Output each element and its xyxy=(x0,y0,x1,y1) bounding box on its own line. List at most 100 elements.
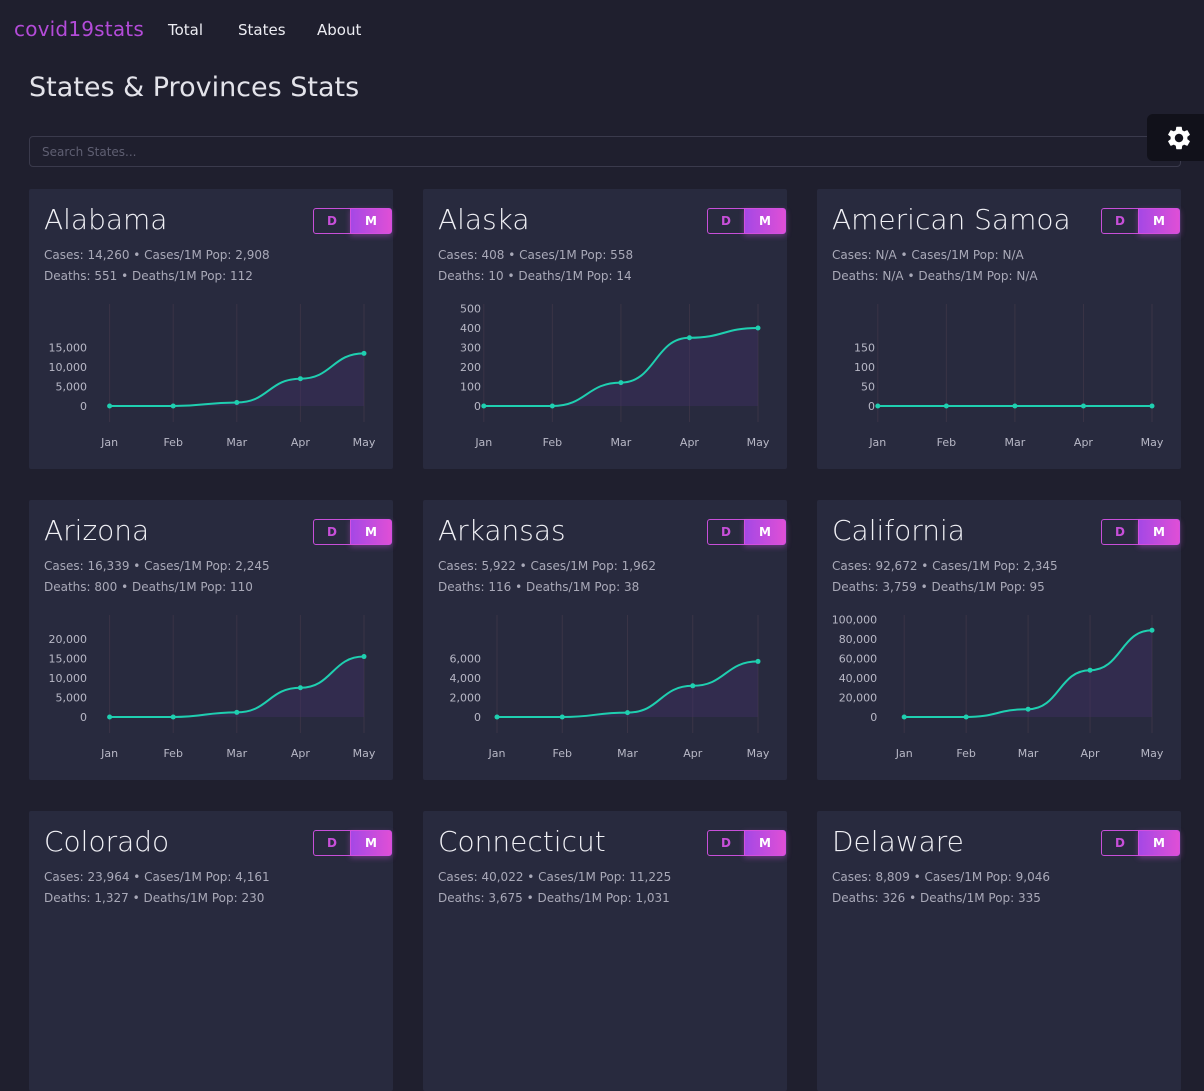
daily-toggle-button[interactable]: D xyxy=(707,208,745,234)
data-point[interactable] xyxy=(234,399,240,405)
monthly-toggle-button[interactable]: M xyxy=(350,519,392,545)
data-point[interactable] xyxy=(755,658,761,664)
monthly-toggle-button[interactable]: M xyxy=(1138,830,1180,856)
nav-link-states[interactable]: States xyxy=(238,21,286,39)
data-point[interactable] xyxy=(107,714,113,720)
data-point[interactable] xyxy=(549,403,555,409)
data-point[interactable] xyxy=(297,685,303,691)
data-point[interactable] xyxy=(875,403,881,409)
cases-stats: Cases: 5,922 • Cases/1M Pop: 1,962 xyxy=(438,559,656,573)
x-tick-label: Apr xyxy=(1074,436,1094,449)
y-tick-label: 5,000 xyxy=(56,381,88,394)
data-point[interactable] xyxy=(559,714,565,720)
data-point[interactable] xyxy=(618,380,624,386)
deaths-stats: Deaths: 326 • Deaths/1M Pop: 335 xyxy=(832,891,1041,905)
data-point[interactable] xyxy=(625,710,630,716)
data-point[interactable] xyxy=(297,376,303,382)
x-tick-label: Apr xyxy=(1081,747,1101,760)
data-point[interactable] xyxy=(1149,403,1155,409)
data-point[interactable] xyxy=(481,403,487,409)
x-tick-label: May xyxy=(1141,747,1164,760)
data-point[interactable] xyxy=(755,325,761,331)
x-tick-label: Jan xyxy=(100,747,118,760)
x-tick-label: Apr xyxy=(291,747,311,760)
deaths-stats: Deaths: 551 • Deaths/1M Pop: 112 xyxy=(44,269,253,283)
period-toggle: DM xyxy=(313,519,392,545)
data-point[interactable] xyxy=(1012,403,1018,409)
top-nav: covid19stats Total States About xyxy=(0,0,1204,60)
period-toggle: DM xyxy=(707,519,786,545)
data-point[interactable] xyxy=(1149,627,1155,633)
y-tick-label: 100 xyxy=(854,361,875,374)
daily-toggle-button[interactable]: D xyxy=(313,208,351,234)
monthly-toggle-button[interactable]: M xyxy=(1138,208,1180,234)
cases-line-chart: 0 100 200 300 400 500 Jan Feb Mar Apr May xyxy=(460,303,770,450)
data-point[interactable] xyxy=(494,714,500,720)
y-tick-label: 400 xyxy=(460,322,481,335)
data-point[interactable] xyxy=(107,403,113,409)
x-tick-label: May xyxy=(353,747,376,760)
y-tick-label: 300 xyxy=(460,342,481,355)
data-point[interactable] xyxy=(170,714,176,720)
nav-link-about[interactable]: About xyxy=(317,21,361,39)
y-tick-label: 0 xyxy=(474,400,481,413)
data-point[interactable] xyxy=(943,403,949,409)
data-point[interactable] xyxy=(1080,403,1086,409)
y-tick-label: 10,000 xyxy=(49,672,88,685)
state-card-colorado: Colorado D M Cases: 23,964 • Cases/1M Pop: … xyxy=(29,811,393,1091)
search-input[interactable] xyxy=(29,136,1181,167)
monthly-toggle-button[interactable]: M xyxy=(350,830,392,856)
y-tick-label: 0 xyxy=(868,400,875,413)
y-tick-label: 150 xyxy=(854,342,875,355)
state-name: Arkansas xyxy=(438,514,566,547)
daily-toggle-button[interactable]: D xyxy=(313,830,351,856)
data-point[interactable] xyxy=(361,654,367,660)
period-toggle: DM xyxy=(1101,830,1180,856)
y-tick-label: 0 xyxy=(474,711,481,724)
state-name: Arizona xyxy=(44,514,150,547)
monthly-toggle-button[interactable]: M xyxy=(744,519,786,545)
state-name: Alabama xyxy=(44,203,168,236)
data-point[interactable] xyxy=(361,350,367,356)
y-tick-label: 100,000 xyxy=(832,614,878,627)
daily-toggle-button[interactable]: D xyxy=(1101,208,1139,234)
x-tick-label: Mar xyxy=(1018,747,1039,760)
y-tick-label: 4,000 xyxy=(450,672,482,685)
data-point[interactable] xyxy=(1087,667,1093,673)
nav-link-total[interactable]: Total xyxy=(168,21,203,39)
daily-toggle-button[interactable]: D xyxy=(313,519,351,545)
x-tick-label: Mar xyxy=(226,747,247,760)
data-point[interactable] xyxy=(686,335,692,341)
monthly-toggle-button[interactable]: M xyxy=(744,208,786,234)
data-point[interactable] xyxy=(234,709,240,715)
data-point[interactable] xyxy=(690,683,696,689)
monthly-toggle-button[interactable]: M xyxy=(744,830,786,856)
state-name: Alaska xyxy=(438,203,530,236)
brand-logo[interactable]: covid19stats xyxy=(14,17,144,41)
y-tick-label: 10,000 xyxy=(49,361,88,374)
monthly-toggle-button[interactable]: M xyxy=(350,208,392,234)
state-name: Delaware xyxy=(832,825,964,858)
settings-button[interactable] xyxy=(1147,114,1204,161)
daily-toggle-button[interactable]: D xyxy=(1101,519,1139,545)
data-point[interactable] xyxy=(170,403,176,409)
x-tick-label: Mar xyxy=(1005,436,1026,449)
state-name: California xyxy=(832,514,965,547)
state-card-alabama: Alabama D M Cases: 14,260 • Cases/1M Pop: 2… xyxy=(29,189,393,469)
data-point[interactable] xyxy=(901,714,907,720)
y-tick-label: 20,000 xyxy=(49,633,88,646)
state-card-alaska: Alaska D M Cases: 408 • Cases/1M Pop: 558 De… xyxy=(423,189,787,469)
daily-toggle-button[interactable]: D xyxy=(707,519,745,545)
cases-stats: Cases: N/A • Cases/1M Pop: N/A xyxy=(832,248,1024,262)
daily-toggle-button[interactable]: D xyxy=(1101,830,1139,856)
cases-stats: Cases: 14,260 • Cases/1M Pop: 2,908 xyxy=(44,248,270,262)
period-toggle: DM xyxy=(1101,519,1180,545)
page-title: States & Provinces Stats xyxy=(29,72,360,103)
data-point[interactable] xyxy=(963,714,969,720)
x-tick-label: Jan xyxy=(488,747,506,760)
monthly-toggle-button[interactable]: M xyxy=(1138,519,1180,545)
x-tick-label: Feb xyxy=(937,436,956,449)
daily-toggle-button[interactable]: D xyxy=(707,830,745,856)
data-point[interactable] xyxy=(1025,706,1031,712)
state-card-connecticut: Connecticut D M Cases: 40,022 • Cases/1M Po… xyxy=(423,811,787,1091)
